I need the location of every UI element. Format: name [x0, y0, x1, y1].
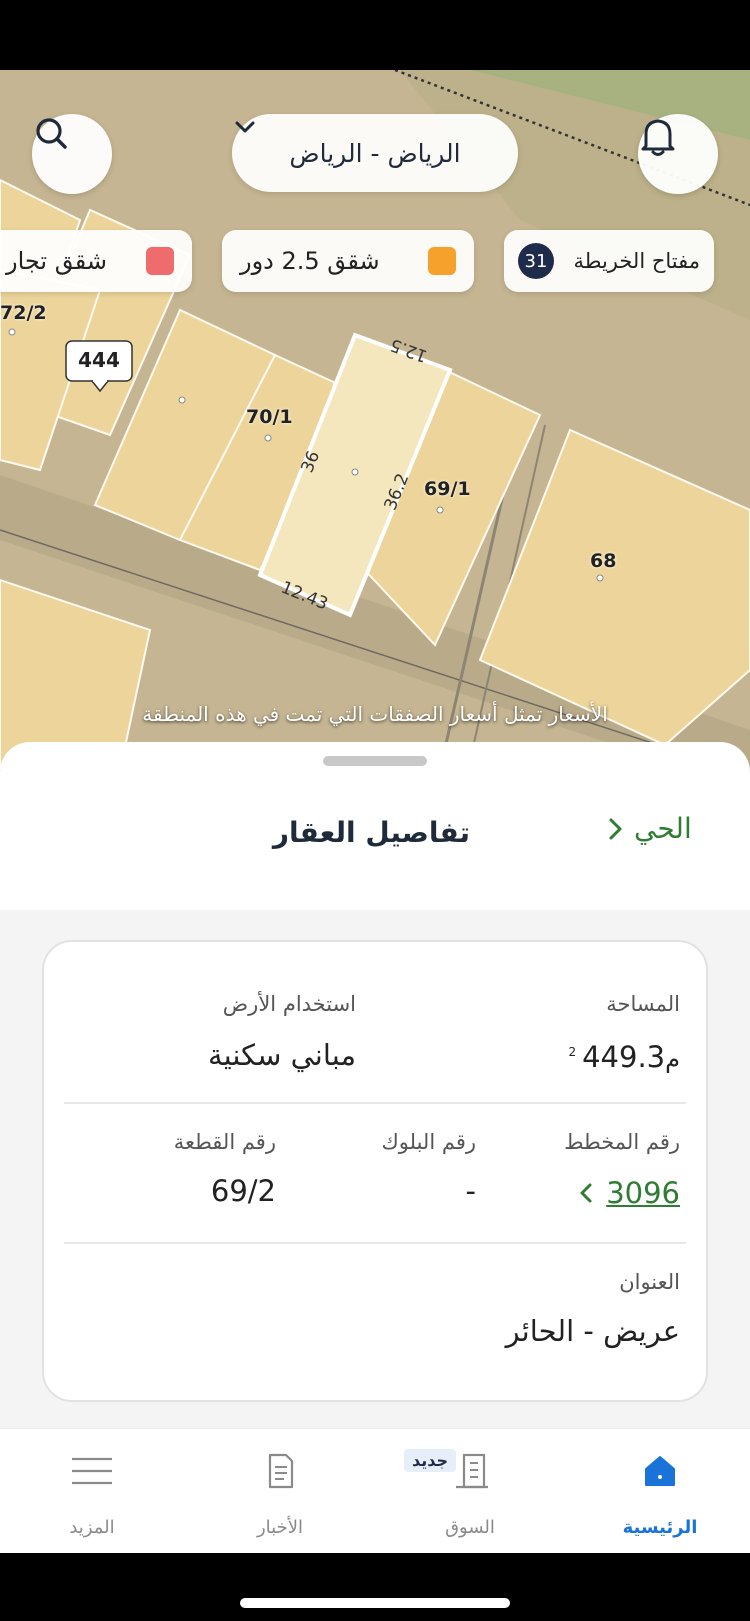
notifications-button[interactable] [638, 114, 718, 194]
map-key-count: 31 [518, 243, 554, 279]
block-number-value: - [465, 1174, 476, 1208]
map-view[interactable]: 444 72/2 70/1 69/1 68 12.5 36 36.2 12.43… [0, 70, 750, 770]
back-to-district-link[interactable]: الحي [604, 812, 692, 845]
parcel-label-72: 72/2 [0, 302, 47, 324]
bell-icon [641, 119, 675, 156]
legend-swatch-orange [428, 247, 456, 275]
area-value: م 2 449.3 [568, 1040, 680, 1074]
nav-home[interactable]: الرئيسية [590, 1429, 730, 1553]
nav-label: المزيد [69, 1517, 115, 1538]
sheet-drag-handle[interactable] [323, 756, 427, 766]
chevron-down-icon [235, 121, 255, 133]
news-document-icon [268, 1453, 294, 1489]
plan-number-link[interactable]: 3096 [576, 1176, 680, 1210]
nav-label: السوق [445, 1517, 495, 1538]
new-badge: جديد [404, 1449, 457, 1472]
address-label: العنوان [619, 1270, 680, 1294]
block-number-label: رقم البلوك [381, 1130, 476, 1154]
map-caption: الأسعار تمثل أسعار الصفقات التي تمت في ه… [142, 702, 608, 726]
legend-swatch-red [146, 247, 174, 275]
area-label: المساحة [606, 992, 680, 1016]
property-details-card: المساحة استخدام الأرض م 2 449.3 مباني سكني… [42, 940, 708, 1402]
back-label: الحي [634, 812, 692, 845]
land-use-value: مباني سكنية [208, 1038, 356, 1072]
search-button[interactable] [32, 114, 112, 194]
sheet-title: تفاصيل العقار [272, 816, 470, 849]
legend-item-commercial[interactable]: شقق تجار [0, 230, 192, 292]
area-unit: م [665, 1045, 680, 1073]
parcel-label-68: 68 [590, 550, 617, 572]
map-key-label: مفتاح الخريطة [573, 249, 700, 273]
nav-news[interactable]: الأخبار [210, 1429, 350, 1553]
plan-number-value: 3096 [606, 1176, 680, 1210]
area-unit-power: 2 [568, 1045, 577, 1060]
map-key-button[interactable]: 31 مفتاح الخريطة [504, 230, 714, 292]
legend-item-apartments[interactable]: شقق 2.5 دور [222, 230, 474, 292]
home-icon [645, 1456, 675, 1486]
parcel-label-444[interactable]: 444 [66, 348, 132, 372]
home-indicator [240, 1598, 510, 1608]
location-selector[interactable]: الرياض - الرياض [232, 114, 518, 192]
divider [64, 1242, 686, 1244]
nav-label: الأخبار [256, 1517, 303, 1538]
menu-lines-icon [72, 1457, 112, 1485]
nav-more[interactable]: المزيد [22, 1429, 162, 1553]
divider [64, 1102, 686, 1104]
bottom-nav: الرئيسية جديد السوق الأخبار المزيد [0, 1428, 750, 1553]
nav-market[interactable]: جديد السوق [400, 1429, 540, 1553]
legend-item-label: شقق تجار [6, 247, 107, 275]
search-icon [36, 118, 67, 149]
area-number: 449.3 [582, 1040, 666, 1074]
nav-label: الرئيسية [622, 1517, 698, 1538]
parcel-label-70: 70/1 [246, 406, 293, 428]
chevron-left-icon [580, 1183, 592, 1203]
sheet-header: تفاصيل العقار الحي [0, 776, 750, 906]
plot-number-value: 69/2 [210, 1174, 276, 1208]
land-use-label: استخدام الأرض [222, 992, 356, 1016]
legend-item-label: شقق 2.5 دور [240, 247, 380, 275]
plot-number-label: رقم القطعة [173, 1130, 276, 1154]
chevron-right-icon [609, 818, 622, 839]
plan-number-label: رقم المخطط [564, 1130, 680, 1154]
address-value: عريض - الحائر [505, 1314, 680, 1348]
location-text: الرياض - الرياض [289, 138, 461, 168]
market-building-icon [456, 1453, 488, 1489]
parcel-label-69: 69/1 [424, 478, 471, 500]
